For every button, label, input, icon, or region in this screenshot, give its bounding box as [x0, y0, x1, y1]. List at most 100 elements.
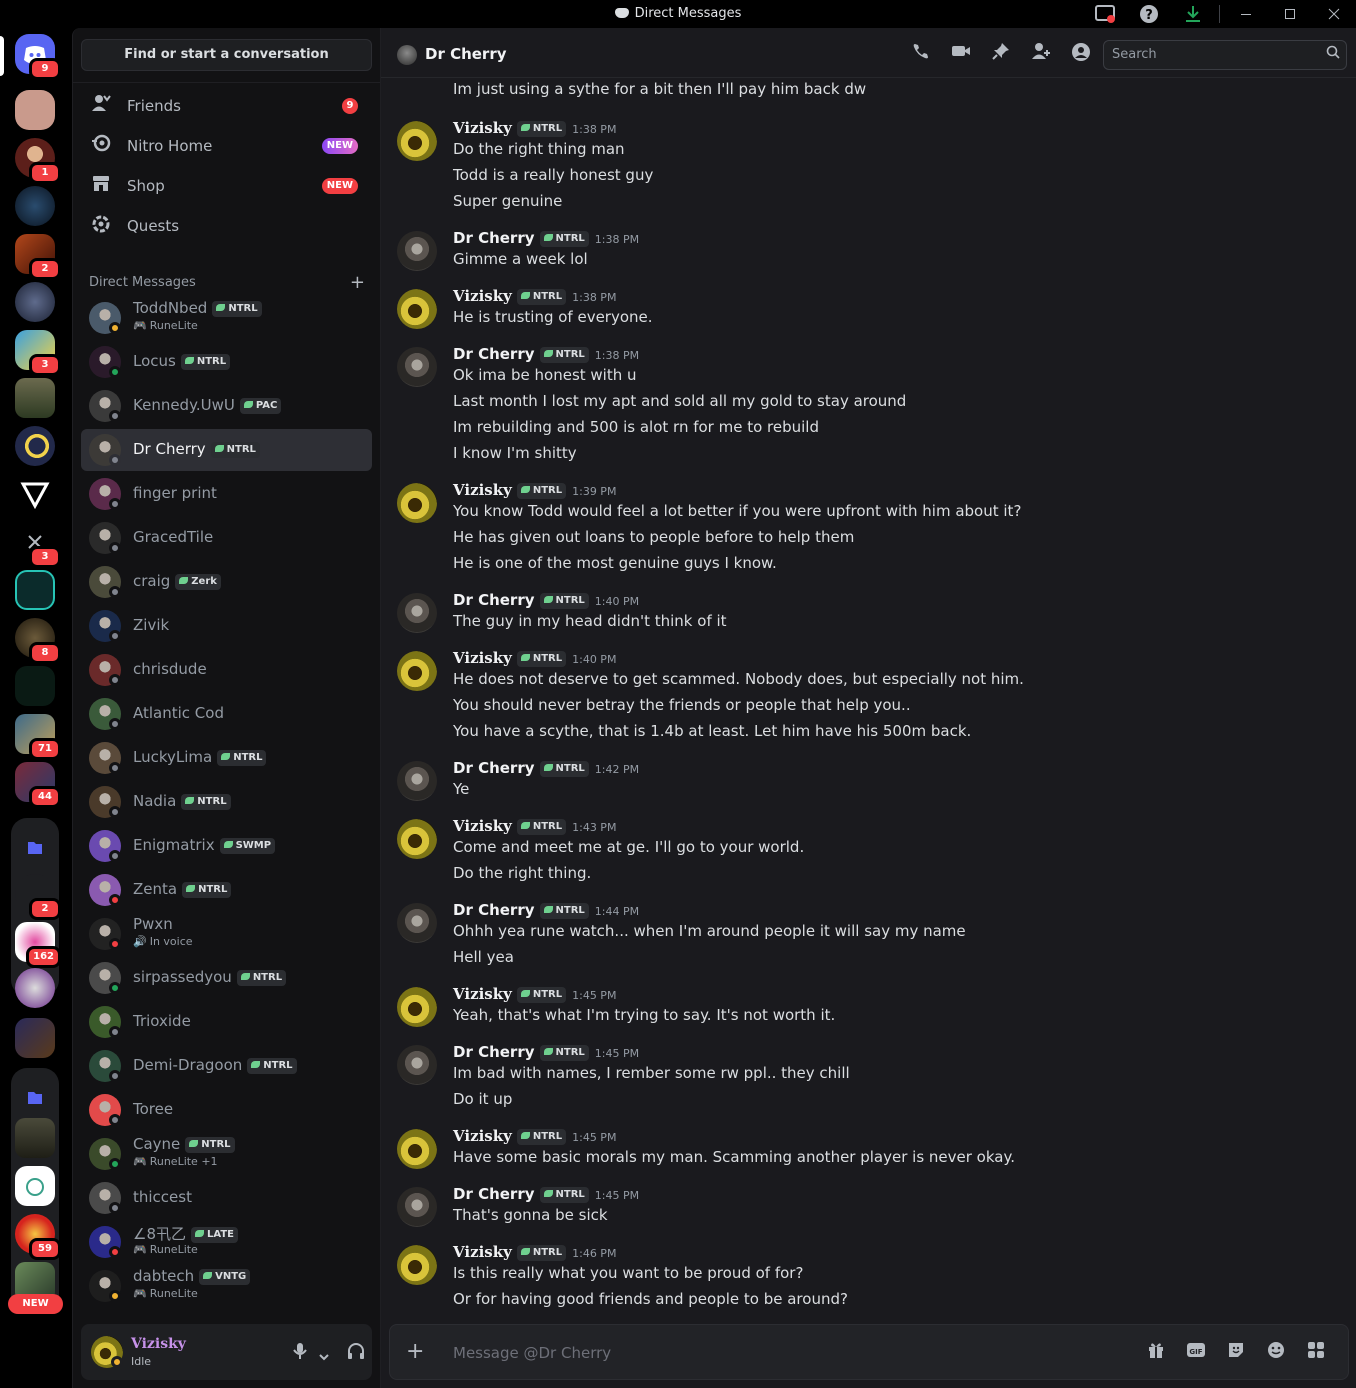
message-author[interactable]: Dr Cherry — [453, 1043, 535, 1061]
message-avatar[interactable] — [397, 1045, 437, 1085]
dm-item[interactable]: Toree — [81, 1089, 372, 1131]
server-icon[interactable] — [15, 666, 55, 706]
guild-tag[interactable]: NTRL — [516, 483, 567, 499]
guild-tag[interactable]: NTRL — [516, 1245, 567, 1261]
guild-tag[interactable]: NTRL — [182, 882, 232, 898]
gif-icon[interactable]: GIF — [1176, 1341, 1216, 1363]
guild-tag[interactable]: NTRL — [516, 1129, 567, 1145]
dm-item[interactable]: Enigmatrix SWMP — [81, 825, 372, 867]
guild-tag[interactable]: NTRL — [180, 354, 231, 370]
dm-item[interactable]: Nadia NTRL — [81, 781, 372, 823]
message-author[interactable]: Vizisky — [453, 817, 512, 835]
message-author[interactable]: Vizisky — [453, 1127, 512, 1145]
search-input[interactable]: Search — [1103, 40, 1347, 70]
dm-item[interactable]: thiccest — [81, 1177, 372, 1219]
server-icon[interactable] — [15, 282, 55, 322]
server-icon[interactable]: 8 — [15, 618, 61, 664]
server-icon[interactable]: 3 — [15, 330, 61, 376]
guild-tag[interactable]: NTRL — [236, 970, 287, 986]
dm-item[interactable]: ∠8卂乙 LATE 🎮 RuneLite — [81, 1221, 372, 1263]
message-composer[interactable]: + Message @Dr Cherry GIF — [389, 1324, 1349, 1380]
message-author[interactable]: Dr Cherry — [453, 229, 535, 247]
add-friends-to-dm-icon[interactable] — [1021, 42, 1061, 66]
guild-tag[interactable]: NTRL — [516, 651, 567, 667]
download-icon[interactable] — [1171, 0, 1215, 28]
folder-icon[interactable] — [15, 828, 55, 868]
guild-tag[interactable]: NTRL — [539, 1045, 589, 1061]
server-icon[interactable] — [15, 1018, 55, 1058]
server-icon[interactable] — [15, 186, 55, 226]
server-icon[interactable] — [15, 474, 55, 514]
dm-item[interactable]: Kennedy.UwU PAC — [81, 385, 372, 427]
inbox-icon[interactable] — [1083, 0, 1127, 28]
dm-item[interactable]: Zenta NTRL — [81, 869, 372, 911]
server-icon[interactable]: 2 — [15, 234, 61, 280]
chevron-down-icon[interactable] — [319, 1346, 329, 1365]
guild-tag[interactable]: VNTG — [199, 1269, 251, 1285]
user-profile-icon[interactable] — [1061, 42, 1101, 66]
find-conversation-button[interactable]: Find or start a conversation — [81, 39, 372, 71]
guild-tag[interactable]: LATE — [191, 1227, 238, 1243]
dm-item[interactable]: dabtech VNTG 🎮 RuneLite — [81, 1265, 372, 1307]
message-author[interactable]: Vizisky — [453, 985, 512, 1003]
server-icon[interactable] — [15, 378, 55, 418]
minimize-icon[interactable] — [1224, 0, 1268, 28]
guild-tag[interactable]: NTRL — [516, 289, 567, 305]
guild-tag[interactable]: PAC — [239, 398, 282, 414]
dm-item[interactable]: chrisdude — [81, 649, 372, 691]
guild-tag[interactable]: NTRL — [539, 903, 589, 919]
guild-tag[interactable]: NTRL — [212, 301, 262, 317]
server-icon[interactable] — [15, 968, 55, 1008]
microphone-icon[interactable] — [293, 1342, 307, 1364]
message-avatar[interactable] — [397, 483, 437, 523]
server-icon[interactable] — [15, 1118, 55, 1158]
folder-icon[interactable] — [15, 1078, 55, 1118]
guild-tag[interactable]: NTRL — [539, 761, 589, 777]
emoji-icon[interactable] — [1256, 1341, 1296, 1363]
chat-title[interactable]: Dr Cherry — [425, 45, 507, 63]
help-icon[interactable]: ? — [1127, 0, 1171, 28]
server-icon[interactable]: 162 — [15, 922, 61, 968]
server-icon[interactable] — [15, 90, 55, 130]
user-name[interactable]: Vizisky — [131, 1336, 186, 1352]
server-icon[interactable]: 44 — [15, 762, 61, 808]
dm-item[interactable]: sirpassedyou NTRL — [81, 957, 372, 999]
message-author[interactable]: Dr Cherry — [453, 759, 535, 777]
direct-messages-home-button[interactable]: 9 — [15, 34, 61, 80]
dm-item[interactable]: ToddNbed NTRL 🎮 RuneLite — [81, 297, 372, 339]
message-avatar[interactable] — [397, 1245, 437, 1285]
guild-tag[interactable]: NTRL — [539, 231, 589, 247]
message-author[interactable]: Vizisky — [453, 119, 512, 137]
message-avatar[interactable] — [397, 1187, 437, 1227]
guild-tag[interactable]: NTRL — [539, 347, 589, 363]
guild-tag[interactable]: NTRL — [247, 1058, 297, 1074]
server-icon[interactable]: 71 — [15, 714, 61, 760]
nav-nitro-home[interactable]: Nitro Home NEW — [81, 128, 372, 164]
server-icon[interactable]: 2 — [15, 874, 61, 920]
dm-item[interactable]: LuckyLima NTRL — [81, 737, 372, 779]
gift-icon[interactable] — [1136, 1341, 1176, 1363]
dm-item[interactable]: Pwxn 🔊 In voice — [81, 913, 372, 955]
message-avatar[interactable] — [397, 819, 437, 859]
guild-tag[interactable]: NTRL — [516, 819, 567, 835]
guild-tag[interactable]: NTRL — [217, 750, 267, 766]
nav-shop[interactable]: Shop NEW — [81, 168, 372, 204]
new-unreads-pill[interactable]: NEW — [8, 1294, 63, 1314]
message-avatar[interactable] — [397, 593, 437, 633]
server-icon[interactable]: 3 — [15, 522, 61, 568]
apps-icon[interactable] — [1296, 1341, 1336, 1363]
dm-item[interactable]: Cayne NTRL 🎮 RuneLite +1 — [81, 1133, 372, 1175]
message-avatar[interactable] — [397, 987, 437, 1027]
guild-tag[interactable]: NTRL — [539, 1187, 589, 1203]
guild-tag[interactable]: NTRL — [539, 593, 589, 609]
message-avatar[interactable] — [397, 231, 437, 271]
message-author[interactable]: Dr Cherry — [453, 901, 535, 919]
dm-item[interactable]: Dr Cherry NTRL — [81, 429, 372, 471]
pinned-messages-icon[interactable] — [981, 42, 1021, 66]
guild-tag[interactable]: NTRL — [516, 987, 567, 1003]
message-author[interactable]: Dr Cherry — [453, 345, 535, 363]
dm-item[interactable]: Atlantic Cod — [81, 693, 372, 735]
server-icon[interactable] — [15, 570, 55, 610]
headphones-icon[interactable] — [347, 1342, 365, 1364]
upload-plus-icon[interactable]: + — [406, 1339, 424, 1364]
